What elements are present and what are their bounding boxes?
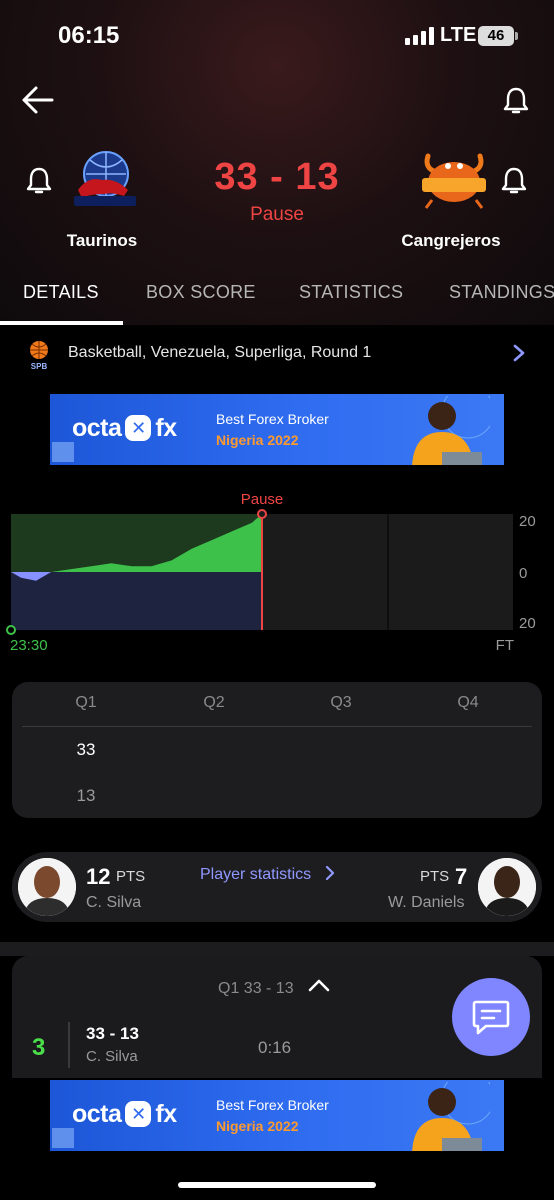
home-q1-score: 33 <box>76 740 96 759</box>
chevron-right-icon[interactable] <box>512 344 526 362</box>
chart-current-marker-dot <box>257 509 267 519</box>
chart-quarter-panel <box>263 514 388 630</box>
chart-y-tick: 20 <box>519 615 536 632</box>
chart-quarter-panel <box>388 514 513 630</box>
chart-y-tick: 20 <box>519 513 536 530</box>
league-logo: SPB <box>26 340 52 371</box>
ad-brand: octa ✕ fx <box>72 1100 177 1128</box>
chat-icon <box>472 1000 510 1035</box>
event-score: 33 - 13 <box>86 1024 139 1043</box>
ad-choices-icon[interactable] <box>52 1128 74 1148</box>
tab-statistics[interactable]: STATISTICS <box>299 282 403 303</box>
active-tab-indicator <box>0 321 123 325</box>
league-row[interactable]: SPB Basketball, Venezuela, Superliga, Ro… <box>0 336 554 372</box>
ad-choices-icon[interactable] <box>52 442 74 462</box>
home-player-name: C. Silva <box>86 894 142 911</box>
chart-marker-label: Pause <box>241 491 284 508</box>
player-stats-card[interactable]: 12 PTS C. Silva Player statistics PTS 7 … <box>12 852 542 922</box>
chart-end-label: FT <box>496 637 514 654</box>
chart-y-tick: 0 <box>519 565 527 582</box>
player-statistics-link[interactable]: Player statistics <box>200 865 336 884</box>
status-time: 06:15 <box>58 22 120 49</box>
league-logo-text: SPB <box>31 362 48 370</box>
away-team-logo[interactable] <box>418 148 490 214</box>
ad-line1: Best Forex Broker <box>216 1097 329 1113</box>
chevron-right-icon <box>325 865 334 881</box>
away-player-points-label: PTS <box>420 868 450 885</box>
away-player-avatar <box>478 858 536 916</box>
home-indicator <box>178 1182 376 1188</box>
quarter-divider <box>22 726 532 727</box>
quarter-header-q2: Q2 <box>203 694 225 711</box>
battery-icon: 46 <box>478 26 518 46</box>
ad-banner-top[interactable]: octa ✕ fx Best Forex Broker Nigeria 2022 <box>50 394 504 465</box>
tab-bar: DETAILS BOX SCORE STATISTICS STANDINGS <box>0 270 554 326</box>
home-player-avatar <box>18 858 76 916</box>
ad-line2: Nigeria 2022 <box>216 1118 299 1134</box>
event-divider <box>68 1022 70 1068</box>
chevron-up-icon[interactable] <box>308 978 330 992</box>
ad-banner-bottom[interactable]: octa ✕ fx Best Forex Broker Nigeria 2022 <box>50 1080 504 1151</box>
home-player-points: 12 <box>86 864 111 889</box>
away-player-points: 7 <box>455 864 468 889</box>
home-team-name[interactable]: Taurinos <box>27 231 177 251</box>
signal-icon <box>405 27 435 45</box>
event-time: 0:16 <box>258 1038 292 1057</box>
battery-level: 46 <box>487 27 505 44</box>
chart-start-dot <box>6 625 16 635</box>
league-name: Basketball, Venezuela, Superliga, Round … <box>68 344 372 361</box>
section-separator <box>0 942 554 956</box>
tab-details[interactable]: DETAILS <box>23 282 99 303</box>
event-points: 3 <box>32 1034 46 1061</box>
ad-person-image <box>412 396 490 465</box>
ad-brand: octa ✕ fx <box>72 414 177 442</box>
away-team-name[interactable]: Cangrejeros <box>376 231 526 251</box>
quarter-events-header[interactable]: Q1 33 - 13 <box>218 980 294 998</box>
ad-line2: Nigeria 2022 <box>216 432 299 448</box>
quarter-scores-card: Q1 Q2 Q3 Q4 33 13 <box>12 682 542 818</box>
momentum-chart: Pause 23:30 FT 20 0 20 <box>6 491 536 654</box>
home-player-points-label: PTS <box>116 868 146 885</box>
tab-standings[interactable]: STANDINGS <box>449 282 554 303</box>
ad-person-image <box>412 1082 490 1151</box>
ad-line1: Best Forex Broker <box>216 411 329 427</box>
away-player-name: W. Daniels <box>388 894 465 911</box>
chart-away-region <box>11 572 262 630</box>
chat-button[interactable] <box>452 978 530 1056</box>
match-bell-icon[interactable] <box>503 86 529 116</box>
away-bell-icon[interactable] <box>501 166 527 196</box>
tab-box-score[interactable]: BOX SCORE <box>146 282 256 303</box>
quarter-header-q3: Q3 <box>330 694 352 711</box>
quarter-header-q4: Q4 <box>457 694 479 711</box>
quarter-header-q1: Q1 <box>75 694 97 711</box>
back-arrow-icon[interactable] <box>20 84 56 116</box>
away-q1-score: 13 <box>76 786 96 805</box>
network-type: LTE <box>440 24 477 46</box>
event-player: C. Silva <box>86 1048 138 1065</box>
chart-start-label: 23:30 <box>10 637 48 654</box>
